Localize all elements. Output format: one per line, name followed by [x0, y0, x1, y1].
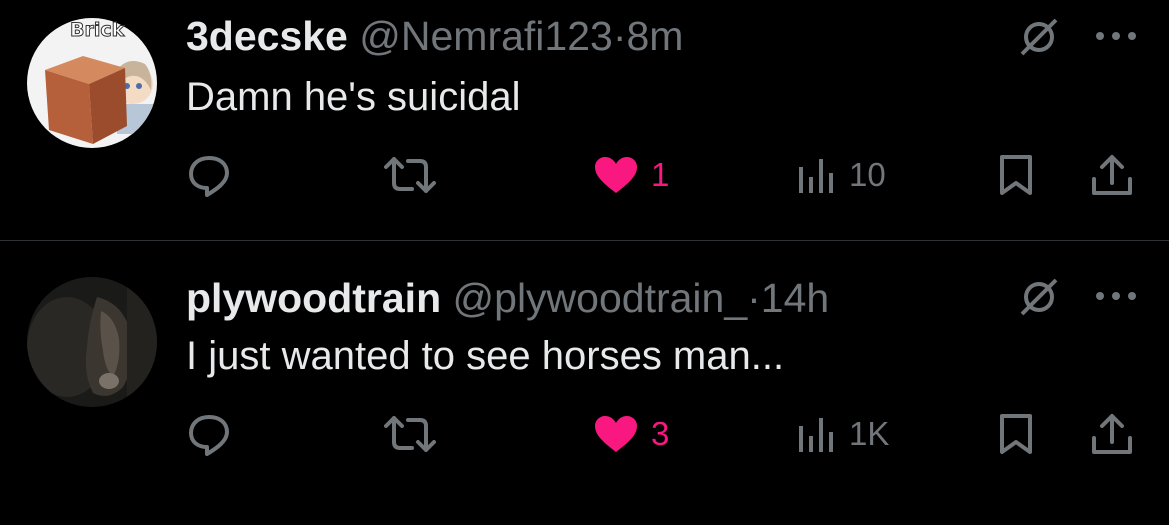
bookmark-button[interactable] [998, 150, 1034, 200]
tweet-header: plywoodtrain @plywoodtrain_·14h [186, 274, 829, 322]
retweet-button[interactable] [382, 150, 438, 200]
reply-button[interactable] [187, 409, 231, 459]
more-icon[interactable] [1092, 286, 1140, 306]
share-icon [1092, 155, 1132, 195]
tweet-3decske[interactable]: Brick 3decske @Nemrafi123·8m Damn he's s… [0, 0, 1169, 240]
separator: · [747, 275, 761, 321]
avatar-logo-text: Brick [70, 19, 126, 42]
tweet-header: 3decske @Nemrafi123·8m [186, 12, 683, 60]
heart-icon [595, 157, 637, 193]
heart-icon [595, 416, 637, 452]
timestamp[interactable]: 14h [761, 275, 829, 321]
like-count: 3 [651, 415, 670, 452]
action-bar: 1 10 [0, 150, 1169, 200]
share-button[interactable] [1090, 150, 1134, 200]
like-button[interactable]: 3 [593, 409, 669, 459]
tweet-text: Damn he's suicidal [186, 75, 521, 119]
views-button[interactable]: 10 [797, 150, 886, 200]
retweet-icon [384, 416, 436, 452]
separator: · [612, 13, 627, 59]
svg-text:Brick: Brick [70, 19, 125, 41]
handle[interactable]: @Nemrafi123 [359, 13, 613, 59]
retweet-button[interactable] [382, 409, 438, 459]
reply-icon [189, 415, 229, 456]
bookmark-icon [1000, 155, 1032, 195]
views-icon [799, 418, 833, 452]
avatar[interactable] [27, 277, 157, 407]
tweet-text: I just wanted to see horses man... [186, 334, 785, 378]
action-bar: 3 1K [0, 409, 1169, 459]
reply-button[interactable] [187, 150, 231, 200]
like-button[interactable]: 1 [593, 150, 669, 200]
reply-icon [189, 156, 229, 197]
retweet-icon [384, 157, 436, 193]
reply-feed: Brick 3decske @Nemrafi123·8m Damn he's s… [0, 0, 1169, 525]
tweet-plywoodtrain[interactable]: plywoodtrain @plywoodtrain_·14h I just w… [0, 241, 1169, 525]
share-button[interactable] [1090, 409, 1134, 459]
handle[interactable]: @plywoodtrain_ [453, 275, 748, 321]
bookmark-button[interactable] [998, 409, 1034, 459]
more-icon[interactable] [1092, 26, 1140, 46]
bookmark-icon [1000, 414, 1032, 454]
display-name[interactable]: plywoodtrain [186, 275, 441, 321]
views-button[interactable]: 1K [797, 409, 889, 459]
views-icon [799, 159, 833, 193]
view-count: 1K [849, 415, 890, 452]
view-count: 10 [849, 156, 886, 193]
timestamp[interactable]: 8m [626, 13, 683, 59]
share-icon [1092, 414, 1132, 454]
like-count: 1 [651, 156, 670, 193]
muted-icon[interactable] [1018, 276, 1060, 318]
display-name[interactable]: 3decske [186, 13, 348, 59]
muted-icon[interactable] [1018, 16, 1060, 58]
